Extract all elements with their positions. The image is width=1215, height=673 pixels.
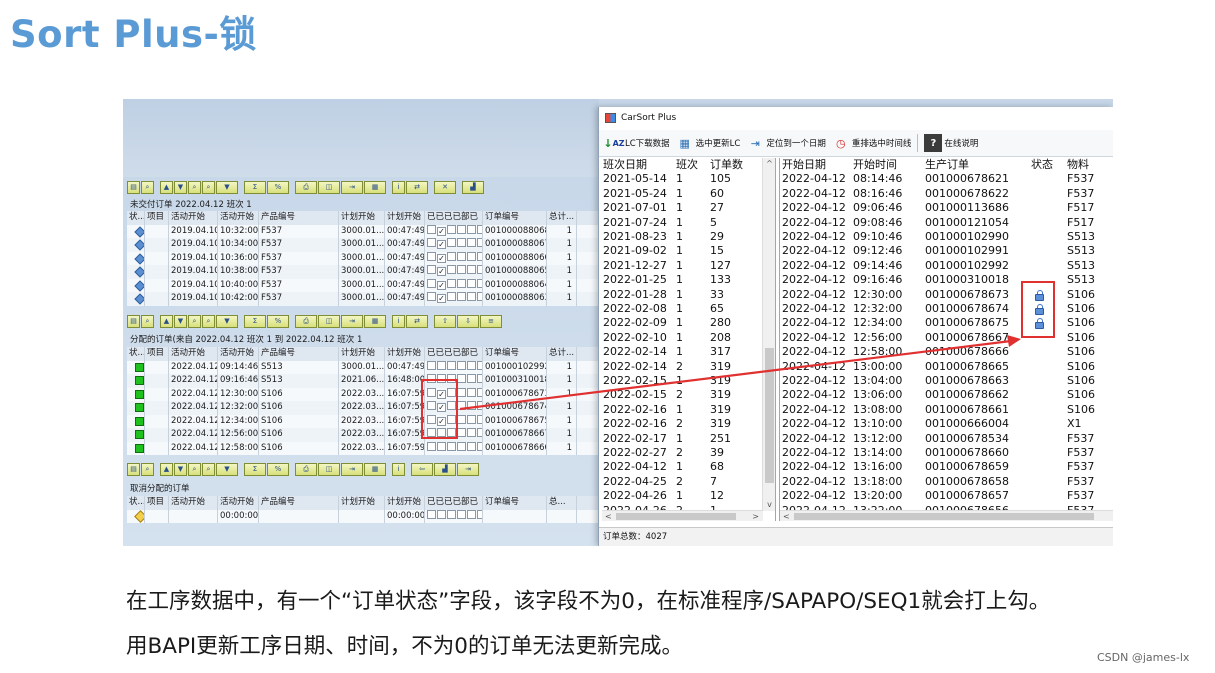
- slide-title: Sort Plus-锁: [10, 13, 257, 56]
- screenshot-composite: ▤ ⌕ ▲ ▼ ⌕ ⌕ ▼ Σ % ⎙ ◫ ⇥ ▦ i ⇄ ✕ ▟ 未交付订单 …: [123, 99, 1113, 546]
- watermark: CSDN @james-lx: [1097, 651, 1190, 664]
- caption-line-2: 用BAPI更新工序日期、时间，不为0的订单无法更新完成。: [126, 634, 683, 659]
- highlight-arrow: [459, 335, 1021, 411]
- caption-line-1: 在工序数据中，有一个“订单状态”字段，该字段不为0，在标准程序/SAPAPO/S…: [126, 589, 1051, 614]
